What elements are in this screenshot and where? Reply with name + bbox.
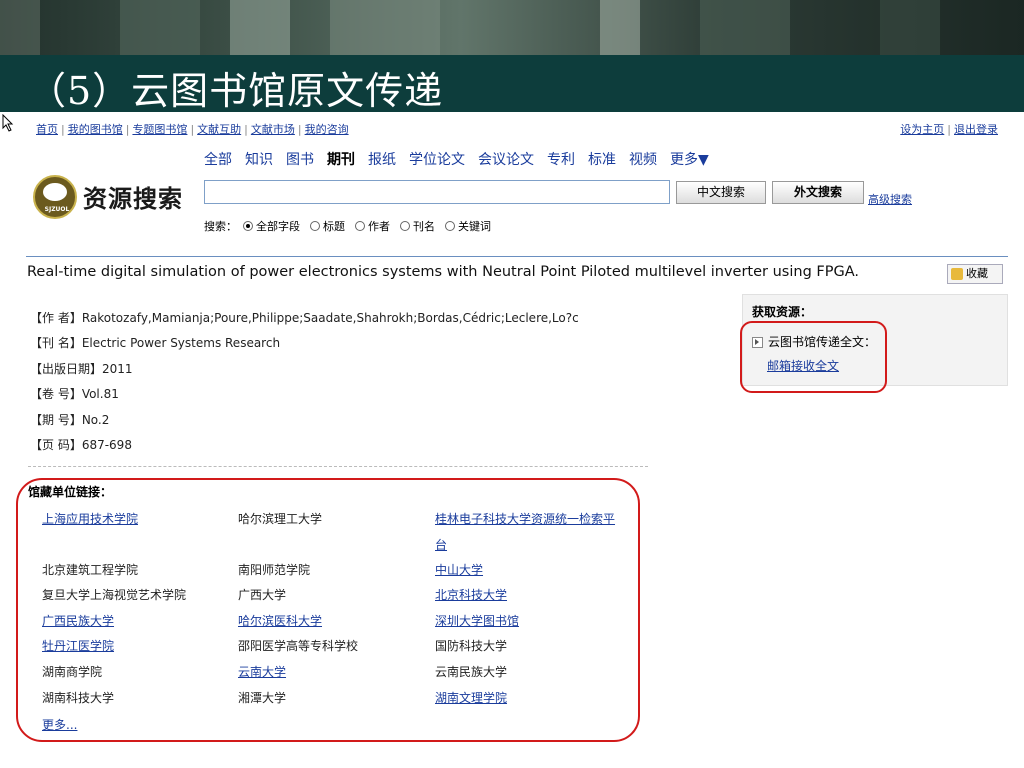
mouse-cursor-icon bbox=[2, 114, 14, 132]
radio-label: 全部字段 bbox=[256, 220, 300, 233]
logo-emblem-icon: SJZUOL bbox=[33, 175, 77, 219]
tab-all[interactable]: 全部 bbox=[204, 152, 232, 168]
tab-patents[interactable]: 专利 bbox=[547, 152, 575, 168]
tab-journals[interactable]: 期刊 bbox=[327, 152, 355, 168]
meta-journal: 【刊 名】Electric Power Systems Research bbox=[30, 336, 281, 350]
foreign-search-button[interactable]: 外文搜索 bbox=[772, 181, 864, 204]
tab-conference[interactable]: 会议论文 bbox=[478, 152, 534, 168]
tab-theses[interactable]: 学位论文 bbox=[409, 152, 465, 168]
divider bbox=[26, 256, 1008, 257]
meta-date: 【出版日期】2011 bbox=[30, 362, 133, 376]
search-field-options: 搜索： 全部字段 标题 作者 刊名 关键词 bbox=[204, 218, 491, 234]
category-tabs: 全部 知识 图书 期刊 报纸 学位论文 会议论文 专利 标准 视频 更多▼ bbox=[204, 149, 722, 169]
article-title: Real-time digital simulation of power el… bbox=[27, 264, 859, 280]
resource-heading: 获取资源： bbox=[752, 305, 813, 319]
radio-journal[interactable] bbox=[400, 221, 410, 231]
logo-text: 资源搜索 bbox=[83, 184, 183, 213]
meta-issue: 【期 号】No.2 bbox=[30, 413, 110, 427]
radio-title[interactable] bbox=[310, 221, 320, 231]
nav-doc-market[interactable]: 文献市场 bbox=[251, 123, 295, 136]
radio-label: 标题 bbox=[323, 220, 345, 233]
radio-author[interactable] bbox=[355, 221, 365, 231]
tab-newspapers[interactable]: 报纸 bbox=[368, 152, 396, 168]
meta-pages: 【页 码】687-698 bbox=[30, 438, 132, 452]
top-right-links: 设为主页 | 退出登录 bbox=[900, 123, 998, 136]
favorite-label: 收藏 bbox=[966, 267, 988, 280]
slide-title: （5）云图书馆原文传递 bbox=[28, 69, 444, 113]
site-logo[interactable]: SJZUOL 资源搜索 bbox=[33, 175, 193, 225]
tab-videos[interactable]: 视频 bbox=[629, 152, 657, 168]
tab-books[interactable]: 图书 bbox=[286, 152, 314, 168]
meta-volume: 【卷 号】Vol.81 bbox=[30, 387, 119, 401]
top-nav: 首页 | 我的图书馆 | 专题图书馆 | 文献互助 | 文献市场 | 我的咨询 bbox=[36, 123, 349, 136]
radio-label: 关键词 bbox=[458, 220, 491, 233]
tab-more[interactable]: 更多▼ bbox=[670, 152, 709, 168]
search-label: 搜索： bbox=[204, 220, 237, 233]
advanced-search-link[interactable]: 高级搜索 bbox=[868, 191, 912, 207]
radio-all-fields[interactable] bbox=[243, 221, 253, 231]
search-input[interactable] bbox=[204, 180, 670, 204]
tab-knowledge[interactable]: 知识 bbox=[245, 152, 273, 168]
nav-doc-exchange[interactable]: 文献互助 bbox=[197, 123, 241, 136]
radio-label: 作者 bbox=[368, 220, 390, 233]
favorite-icon bbox=[951, 268, 963, 280]
divider bbox=[28, 466, 648, 467]
tab-standards[interactable]: 标准 bbox=[588, 152, 616, 168]
radio-label: 刊名 bbox=[413, 220, 435, 233]
nav-my-consult[interactable]: 我的咨询 bbox=[305, 123, 349, 136]
radio-keyword[interactable] bbox=[445, 221, 455, 231]
highlight-circle bbox=[16, 478, 640, 742]
favorite-button[interactable]: 收藏 bbox=[947, 264, 1003, 284]
nav-my-library[interactable]: 我的图书馆 bbox=[68, 123, 123, 136]
nav-home[interactable]: 首页 bbox=[36, 123, 58, 136]
set-homepage-link[interactable]: 设为主页 bbox=[900, 123, 944, 136]
highlight-circle bbox=[740, 321, 887, 393]
meta-author: 【作 者】Rakotozafy,Mamianja;Poure,Philippe;… bbox=[30, 311, 579, 325]
chinese-search-button[interactable]: 中文搜索 bbox=[676, 181, 766, 204]
nav-topic-library[interactable]: 专题图书馆 bbox=[132, 123, 187, 136]
logout-link[interactable]: 退出登录 bbox=[954, 123, 998, 136]
